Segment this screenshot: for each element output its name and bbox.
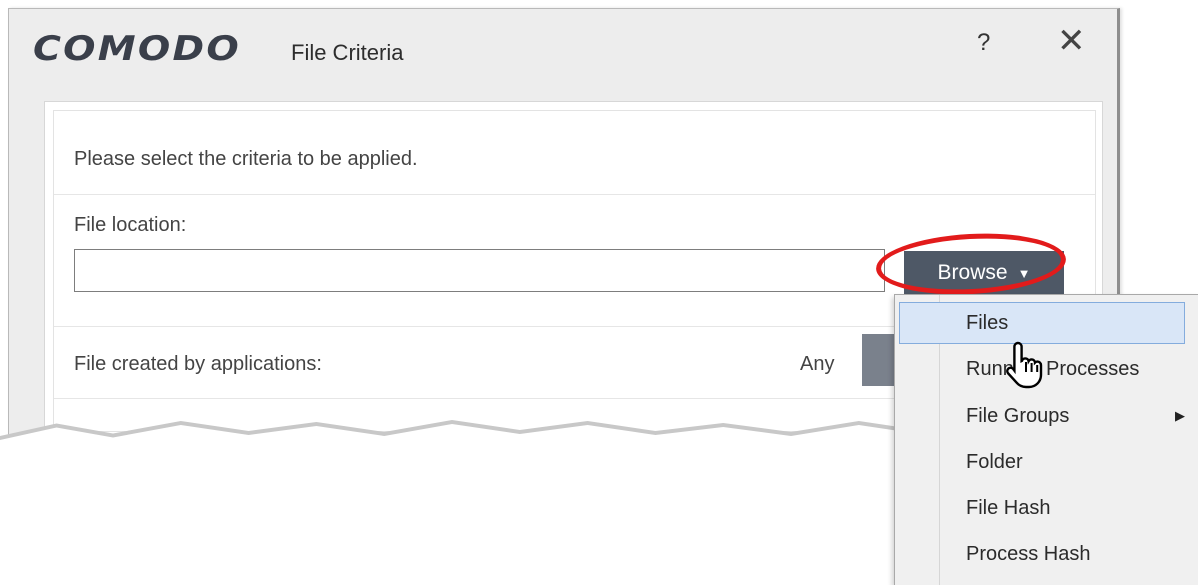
file-location-label: File location: (74, 214, 187, 236)
menu-item-label: Running Processes (966, 358, 1140, 380)
menu-item-label: File Groups (966, 405, 1070, 427)
menu-item-files[interactable]: Files (899, 302, 1185, 344)
menu-item-file-groups[interactable]: File Groups ▶ (899, 395, 1185, 437)
menu-item-process-hash[interactable]: Process Hash (899, 533, 1185, 575)
close-button[interactable]: ✕ (1057, 21, 1086, 61)
browse-menu: Files Running Processes File Groups ▶ Fol… (894, 294, 1198, 585)
menu-item-folder[interactable]: Folder (899, 441, 1185, 483)
hand-cursor-icon (1006, 341, 1043, 389)
menu-item-label: Process Hash (966, 543, 1091, 565)
comodo-logo: COMODO (33, 29, 242, 69)
instruction-text: Please select the criteria to be applied… (74, 148, 418, 170)
created-by-label: File created by applications: (74, 353, 322, 375)
file-location-input[interactable] (74, 249, 885, 292)
menu-item-label: Files (966, 312, 1009, 334)
menu-item-file-hash[interactable]: File Hash (899, 487, 1185, 529)
divider (54, 194, 1095, 195)
chevron-right-icon: ▶ (1175, 408, 1185, 423)
dialog-title: File Criteria (291, 40, 404, 65)
created-by-value: Any (800, 353, 835, 375)
menu-item-label: File Hash (966, 497, 1051, 519)
menu-item-label: Folder (966, 451, 1023, 473)
help-button[interactable]: ? (977, 29, 990, 57)
